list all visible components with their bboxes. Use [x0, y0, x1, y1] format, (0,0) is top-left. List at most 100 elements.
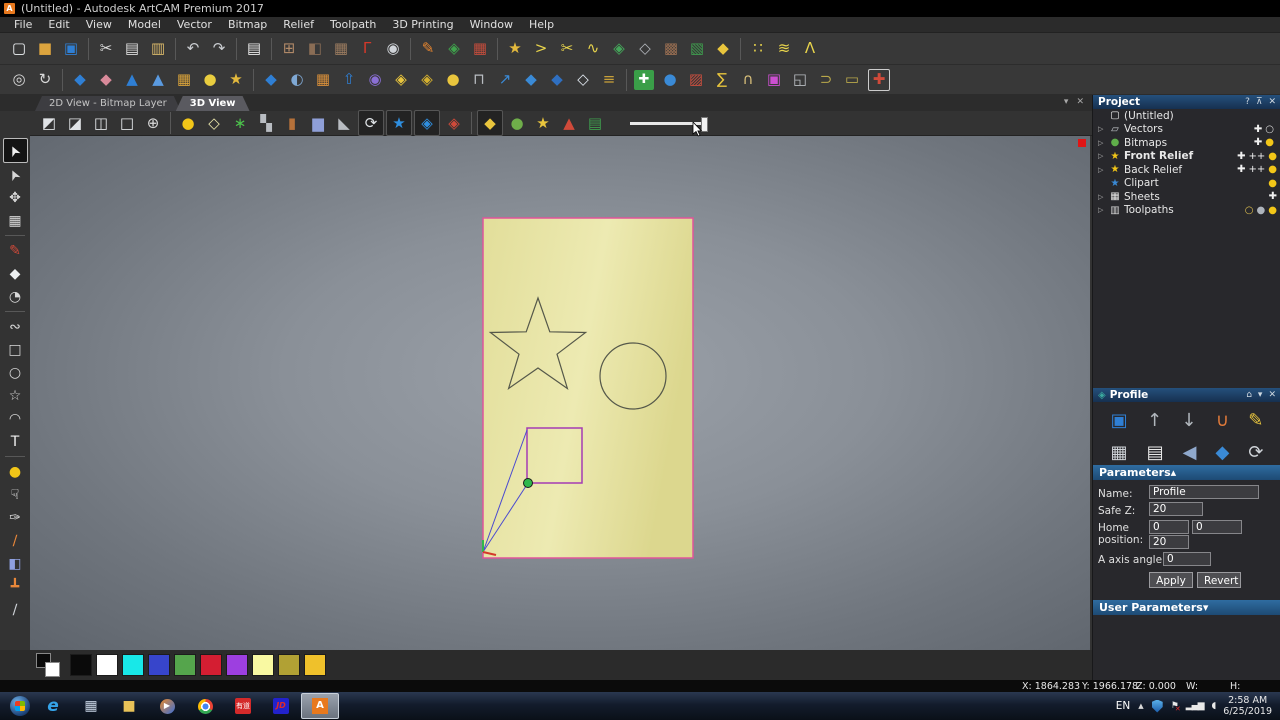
close-icon[interactable]: ✕: [1268, 390, 1276, 400]
expand-arrow-icon[interactable]: ▷: [1098, 193, 1106, 201]
tree-action-icon[interactable]: ✚: [1237, 151, 1245, 162]
text-icon[interactable]: T: [4, 430, 27, 453]
wrap-sculpt-icon[interactable]: ◇: [633, 37, 657, 61]
menu-window[interactable]: Window: [462, 18, 521, 31]
open-model-icon[interactable]: ■: [33, 37, 57, 61]
save-model-icon[interactable]: ▣: [59, 37, 83, 61]
paint-vector-icon[interactable]: ◆: [4, 262, 27, 285]
tree-row-sheets[interactable]: ▷ ▦ Sheets ✚: [1093, 190, 1280, 204]
pin-icon[interactable]: ⊼: [1256, 97, 1263, 107]
measure-icon[interactable]: ◔: [4, 285, 27, 308]
smooth-relief-icon[interactable]: ◆: [68, 68, 92, 92]
select-vectors-icon[interactable]: ➤: [3, 138, 28, 163]
bitmap-layer-icon[interactable]: ●: [505, 111, 529, 135]
calculate-icon[interactable]: ▦: [1111, 442, 1128, 463]
vector-doctor-icon[interactable]: ✎: [416, 37, 440, 61]
spin-model-icon[interactable]: ◉: [381, 37, 405, 61]
fold-relief-icon[interactable]: ↗: [493, 68, 517, 92]
separator[interactable]: [175, 38, 176, 60]
clamp-relief-icon[interactable]: ⊓: [467, 68, 491, 92]
user-parameters-header[interactable]: User Parameters ▾: [1093, 600, 1280, 615]
tree-row-vectors[interactable]: ▷ ▱ Vectors ✚ ○: [1093, 123, 1280, 137]
transform-toolpath-icon[interactable]: ⟳: [1248, 442, 1263, 463]
colour-sheets-icon[interactable]: ▤: [583, 111, 607, 135]
weave-relief-icon[interactable]: ▦: [172, 68, 196, 92]
tree-action-icon[interactable]: ●: [1268, 178, 1277, 189]
move-down-icon[interactable]: ↓: [1181, 410, 1196, 431]
aaxis-field[interactable]: [1163, 552, 1211, 566]
stamp-icon[interactable]: ┻: [4, 575, 27, 598]
new-model-icon[interactable]: ▢: [7, 37, 31, 61]
separator[interactable]: [253, 69, 254, 91]
undo-icon[interactable]: ↶: [181, 37, 205, 61]
menu-relief[interactable]: Relief: [275, 18, 322, 31]
model-info-icon[interactable]: ▦: [329, 37, 353, 61]
separator[interactable]: [497, 38, 498, 60]
rotary-axis-icon[interactable]: ▮: [280, 111, 304, 135]
offset-relief-icon[interactable]: ●: [441, 68, 465, 92]
tray-signal-icon[interactable]: ▂▄▆: [1186, 701, 1204, 711]
menu-3d-printing[interactable]: 3D Printing: [384, 18, 461, 31]
tab-3d-view[interactable]: 3D View: [176, 96, 250, 111]
swatch-black[interactable]: [70, 654, 92, 676]
separator[interactable]: [88, 38, 89, 60]
separator[interactable]: [410, 38, 411, 60]
flood-fill-icon[interactable]: ●: [4, 460, 27, 483]
taskbar-ie[interactable]: e: [35, 694, 71, 718]
separator[interactable]: [5, 311, 25, 312]
relief-half-icon[interactable]: ◐: [285, 68, 309, 92]
home-x-field[interactable]: [1149, 520, 1189, 534]
swatch-pale-yellow[interactable]: [252, 654, 274, 676]
swatch-blue[interactable]: [148, 654, 170, 676]
home-y-field[interactable]: [1192, 520, 1242, 534]
delete-toolpath-icon[interactable]: ∪: [1216, 410, 1229, 431]
round-rect-icon[interactable]: ▭: [840, 68, 864, 92]
clipart-model-icon[interactable]: ★: [386, 110, 412, 136]
relief-clipart-icon[interactable]: ★: [224, 68, 248, 92]
menu-view[interactable]: View: [78, 18, 120, 31]
tree-action-icon[interactable]: ○: [1245, 205, 1254, 216]
edit-toolpath-icon[interactable]: ✎: [1248, 410, 1263, 431]
toggle-light-icon[interactable]: ●: [176, 111, 200, 135]
view-along-z-icon[interactable]: □: [115, 111, 139, 135]
menu-model[interactable]: Model: [120, 18, 169, 31]
move-up-icon[interactable]: ↑: [1147, 410, 1162, 431]
star-icon[interactable]: ☆: [4, 384, 27, 407]
tree-row-toolpaths[interactable]: ▷ ▥ Toolpaths ○ ● ●: [1093, 204, 1280, 218]
model-layers-icon[interactable]: ◈: [414, 110, 440, 136]
fillet-icon[interactable]: ∿: [581, 37, 605, 61]
expand-arrow-icon[interactable]: ▷: [1098, 166, 1106, 174]
tool-preview-icon[interactable]: ◣: [332, 111, 356, 135]
menu-help[interactable]: Help: [521, 18, 562, 31]
secondary-colour[interactable]: [45, 662, 60, 677]
scalpel-icon[interactable]: ∕: [4, 598, 27, 621]
tray-network-icon[interactable]: ⚑: [1171, 701, 1178, 711]
clipart-library-icon[interactable]: ★: [503, 37, 527, 61]
material-block[interactable]: [483, 218, 693, 558]
nest-points-icon[interactable]: ∷: [746, 37, 770, 61]
active-relief-icon[interactable]: ◆: [477, 110, 503, 136]
help-icon[interactable]: ?: [1245, 97, 1250, 107]
toolpath-notes-icon[interactable]: ▤: [1147, 442, 1164, 463]
arc-icon[interactable]: ◠: [4, 407, 27, 430]
ellipse-icon[interactable]: ○: [4, 361, 27, 384]
polyline-icon[interactable]: ∾: [4, 315, 27, 338]
close-icon[interactable]: ✕: [1268, 97, 1276, 107]
smudge-icon[interactable]: ☟: [4, 483, 27, 506]
tree-row-untitled[interactable]: ▢ (Untitled): [1093, 109, 1280, 123]
view-along-x-icon[interactable]: ◪: [63, 111, 87, 135]
light-material-icon[interactable]: Γ: [355, 37, 379, 61]
raise-relief-icon[interactable]: ⇧: [337, 68, 361, 92]
tree-action-icon[interactable]: ●: [1268, 205, 1277, 216]
eraser-icon[interactable]: ◧: [4, 552, 27, 575]
fit-polyline-icon[interactable]: Λ: [798, 37, 822, 61]
menu-vector[interactable]: Vector: [169, 18, 220, 31]
nest-lines-icon[interactable]: ≋: [772, 37, 796, 61]
draw-icon[interactable]: ✑: [4, 506, 27, 529]
chisel-icon[interactable]: ∕: [4, 529, 27, 552]
separator[interactable]: [236, 38, 237, 60]
layer-stack-icon[interactable]: ≡: [597, 68, 621, 92]
add-clay-icon[interactable]: ●: [198, 68, 222, 92]
combine-shapes-icon[interactable]: ◱: [788, 68, 812, 92]
tray-volume-icon[interactable]: ◖: [1212, 701, 1216, 711]
